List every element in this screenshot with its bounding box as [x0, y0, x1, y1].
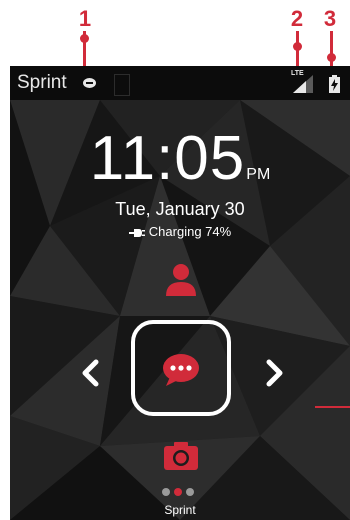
- phone-screen: Sprint LTE 11:05PM Tue, January 30 Charg…: [10, 66, 350, 520]
- signal-icon: [293, 75, 313, 93]
- edge-indicator-line: [315, 406, 350, 408]
- charging-text: Charging 74%: [148, 224, 232, 239]
- callout-3-number: 3: [323, 6, 337, 31]
- callout-1: 1: [77, 8, 93, 30]
- callout-1-dot: [80, 34, 89, 43]
- notification-placeholder: [114, 74, 130, 96]
- lock-screen-clock: 11:05PM: [10, 128, 350, 190]
- page-indicator: [162, 488, 202, 498]
- clock-ampm: PM: [246, 166, 271, 183]
- callout-2-dot: [293, 42, 302, 51]
- bottom-carrier-label: Sprint: [164, 503, 196, 517]
- status-bar: Sprint LTE: [10, 66, 350, 100]
- carrier-name: Sprint: [17, 72, 67, 93]
- page-dot-3: [186, 488, 194, 496]
- lock-screen-date: Tue, January 30: [115, 199, 245, 219]
- message-icon[interactable]: [162, 353, 200, 387]
- callout-3: 3: [322, 8, 338, 30]
- battery-charging-icon: [329, 75, 340, 93]
- callout-2: 2: [289, 8, 305, 30]
- clock-time: 11:05: [89, 124, 246, 193]
- charging-status: Charging 74%: [10, 224, 350, 239]
- voicemail-icon: [83, 78, 96, 88]
- contact-icon[interactable]: [166, 262, 196, 296]
- chevron-right-icon[interactable]: [265, 359, 285, 387]
- callout-2-number: 2: [290, 6, 304, 31]
- callout-1-number: 1: [78, 6, 92, 31]
- page-dot-1: [162, 488, 170, 496]
- camera-icon[interactable]: [164, 442, 198, 470]
- plug-icon: [128, 228, 145, 237]
- chevron-left-icon[interactable]: [80, 359, 100, 387]
- callout-3-dot: [327, 53, 336, 62]
- page-dot-2: [174, 488, 182, 496]
